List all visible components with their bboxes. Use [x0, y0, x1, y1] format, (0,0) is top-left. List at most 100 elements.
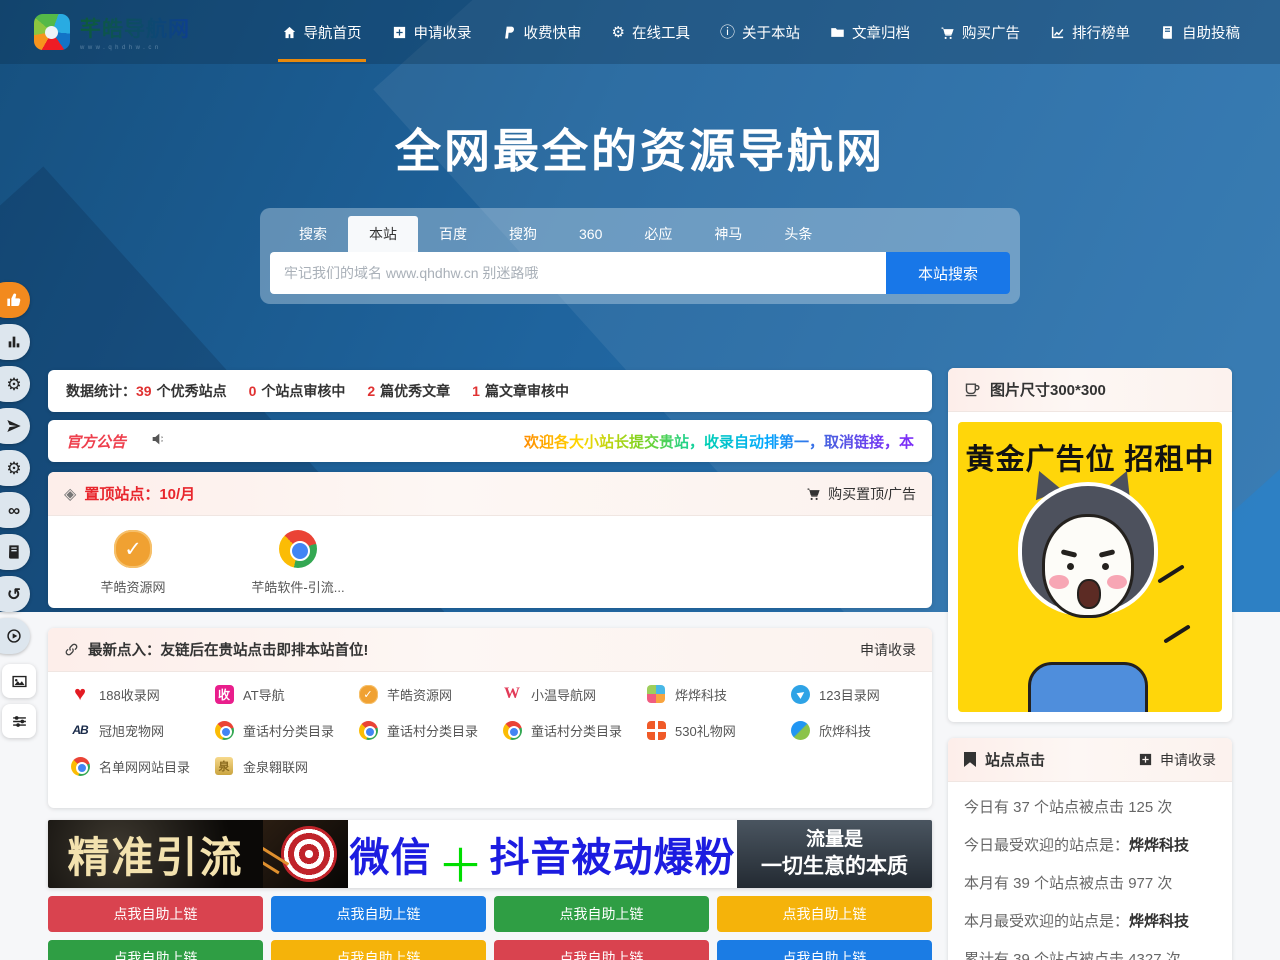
click-stat-line: 今日有 37 个站点被点击 125 次	[964, 796, 1216, 817]
page-title: 全网最全的资源导航网	[0, 115, 1280, 181]
telegram-icon: ▶	[791, 685, 810, 704]
site-link[interactable]: ▶123目录网	[778, 684, 922, 704]
pinned-title: ◈ 置顶站点：10/月	[64, 483, 195, 504]
cart-icon	[940, 25, 955, 40]
buy-pinned-ad-link[interactable]: 购买置顶/广告	[806, 484, 916, 504]
bookmark-icon	[964, 752, 976, 767]
media-button[interactable]	[0, 618, 30, 654]
gold-coin-icon: 泉	[215, 757, 233, 775]
site-link[interactable]: W小温导航网	[490, 684, 634, 704]
like-button[interactable]	[0, 282, 30, 318]
site-link[interactable]: AB冠旭宠物网	[58, 720, 202, 740]
banner-segment-wechat-douyin: 微信 ＋ 抖音被动爆粉	[348, 820, 737, 888]
filter-tool-button[interactable]	[2, 704, 36, 738]
stat-articles-pending: 1篇文章审核中	[472, 381, 569, 401]
site-link[interactable]: ♥188收录网	[58, 684, 202, 704]
announcement-text: 欢迎各大小站长提交贵站，收录自动排第一，取消链接，本	[524, 431, 914, 452]
float-sidebar: ⚙ ⚙ ∞ ↺	[0, 282, 36, 738]
sidebar-ad-card: 图片尺寸300*300 黄金广告位 招租中	[948, 368, 1232, 722]
speaker-icon	[150, 431, 166, 452]
self-link-button[interactable]: 点我自助上链	[494, 896, 709, 932]
dartboard-icon	[281, 826, 337, 882]
self-link-button[interactable]: 点我自助上链	[717, 896, 932, 932]
gem-icon: ◈	[64, 484, 76, 504]
site-link[interactable]: 收AT导航	[202, 684, 346, 704]
nav-item-archive[interactable]: 文章归档	[830, 0, 910, 64]
self-link-button[interactable]: 点我自助上链	[717, 940, 932, 960]
gold-ad-slot-image[interactable]: 黄金广告位 招租中	[958, 422, 1222, 712]
image-tool-button[interactable]	[2, 664, 36, 698]
plus-square-icon	[1138, 752, 1153, 767]
pinned-site[interactable]: ✓ 芊皓资源网	[78, 530, 188, 596]
nav-item-about[interactable]: ⓘ 关于本站	[720, 0, 800, 64]
send-button[interactable]	[0, 408, 30, 444]
nav-item-tools[interactable]: ⚙ 在线工具	[612, 0, 690, 64]
chrome-icon	[359, 721, 378, 740]
tab-toutiao[interactable]: 头条	[763, 216, 833, 252]
tab-this-site[interactable]: 本站	[348, 216, 418, 252]
site-link[interactable]: 欣烨科技	[778, 720, 922, 740]
tab-shenma[interactable]: 神马	[693, 216, 763, 252]
refresh-button[interactable]: ↺	[0, 576, 30, 612]
self-link-button[interactable]: 点我自助上链	[271, 896, 486, 932]
infinity-button[interactable]: ∞	[0, 492, 30, 528]
config-button[interactable]: ⚙	[0, 450, 30, 486]
pinned-site[interactable]: 芊皓软件-引流...	[243, 530, 353, 596]
main-nav: 导航首页 申请收录 收费快审 ⚙ 在线工具 ⓘ 关于本站 文章归档 购买广告 排…	[282, 0, 1240, 64]
nav-item-ranking[interactable]: 排行榜单	[1050, 0, 1130, 64]
announcement-bar: 官方公告 欢迎各大小站长提交贵站，收录自动排第一，取消链接，本	[48, 420, 932, 462]
self-link-button[interactable]: 点我自助上链	[48, 896, 263, 932]
nav-item-buy-ads[interactable]: 购买广告	[940, 0, 1020, 64]
nav-item-submit[interactable]: 申请收录	[392, 0, 472, 64]
site-link[interactable]: 童话村分类目录	[202, 720, 346, 740]
search-button[interactable]: 本站搜索	[886, 252, 1010, 294]
site-link[interactable]: 泉金泉翱联网	[202, 756, 346, 776]
bar-chart-icon	[6, 334, 22, 350]
infinity-icon: ∞	[8, 502, 20, 519]
site-link[interactable]: 烨烨科技	[634, 684, 778, 704]
site-link[interactable]: 童话村分类目录	[346, 720, 490, 740]
site-link[interactable]: 530礼物网	[634, 720, 778, 740]
banner-segment-traffic: 流量是 一切生意的本质	[737, 820, 932, 888]
badge-check-icon: ✓	[359, 685, 378, 704]
stats-prefix: 数据统计：	[66, 381, 136, 401]
home-icon	[282, 25, 297, 40]
nav-label: 导航首页	[304, 22, 362, 43]
site-link[interactable]: 名单网网站目录	[58, 756, 202, 776]
self-link-button[interactable]: 点我自助上链	[494, 940, 709, 960]
nav-label: 关于本站	[742, 22, 800, 43]
paypal-icon	[502, 25, 517, 40]
journal-button[interactable]	[0, 534, 30, 570]
gear-icon: ⚙	[6, 460, 21, 477]
self-link-button[interactable]: 点我自助上链	[48, 940, 263, 960]
play-circle-icon	[6, 628, 22, 644]
nav-label: 文章归档	[852, 22, 910, 43]
image-search-icon	[11, 673, 28, 690]
tab-search-label[interactable]: 搜索	[278, 216, 348, 252]
tab-sogou[interactable]: 搜狗	[488, 216, 558, 252]
cup-icon	[964, 381, 981, 398]
apply-inclusion-link[interactable]: 申请收录	[860, 640, 916, 660]
self-link-button[interactable]: 点我自助上链	[271, 940, 486, 960]
site-link[interactable]: 童话村分类目录	[490, 720, 634, 740]
site-link[interactable]: ✓芊皓资源网	[346, 684, 490, 704]
multicolor-icon	[647, 685, 665, 703]
stats-button[interactable]	[0, 324, 30, 360]
ad-slot-text: 黄金广告位 招租中	[958, 436, 1222, 478]
tab-bing[interactable]: 必应	[623, 216, 693, 252]
apply-inclusion-link[interactable]: 申请收录	[1138, 750, 1216, 770]
tab-baidu[interactable]: 百度	[418, 216, 488, 252]
tab-360[interactable]: 360	[558, 216, 623, 252]
globe-duo-icon	[791, 721, 810, 740]
search-input[interactable]	[270, 252, 886, 294]
ad-banner[interactable]: 精准引流 微信 ＋ 抖音被动爆粉 流量是 一切生意的本质	[48, 820, 932, 888]
nav-item-home[interactable]: 导航首页	[282, 0, 362, 64]
site-logo[interactable]: 芊皓导航网 www.qhdhw.cn	[34, 13, 190, 51]
meme-face-cartoon	[1042, 514, 1134, 618]
top-navbar: 芊皓导航网 www.qhdhw.cn 导航首页 申请收录 收费快审 ⚙ 在线工具…	[0, 0, 1280, 64]
stat-sites-pending: 0个站点审核中	[249, 381, 346, 401]
nav-item-self-post[interactable]: 自助投稿	[1160, 0, 1240, 64]
nav-label: 排行榜单	[1072, 22, 1130, 43]
settings-button[interactable]: ⚙	[0, 366, 30, 402]
nav-item-paid-review[interactable]: 收费快审	[502, 0, 582, 64]
